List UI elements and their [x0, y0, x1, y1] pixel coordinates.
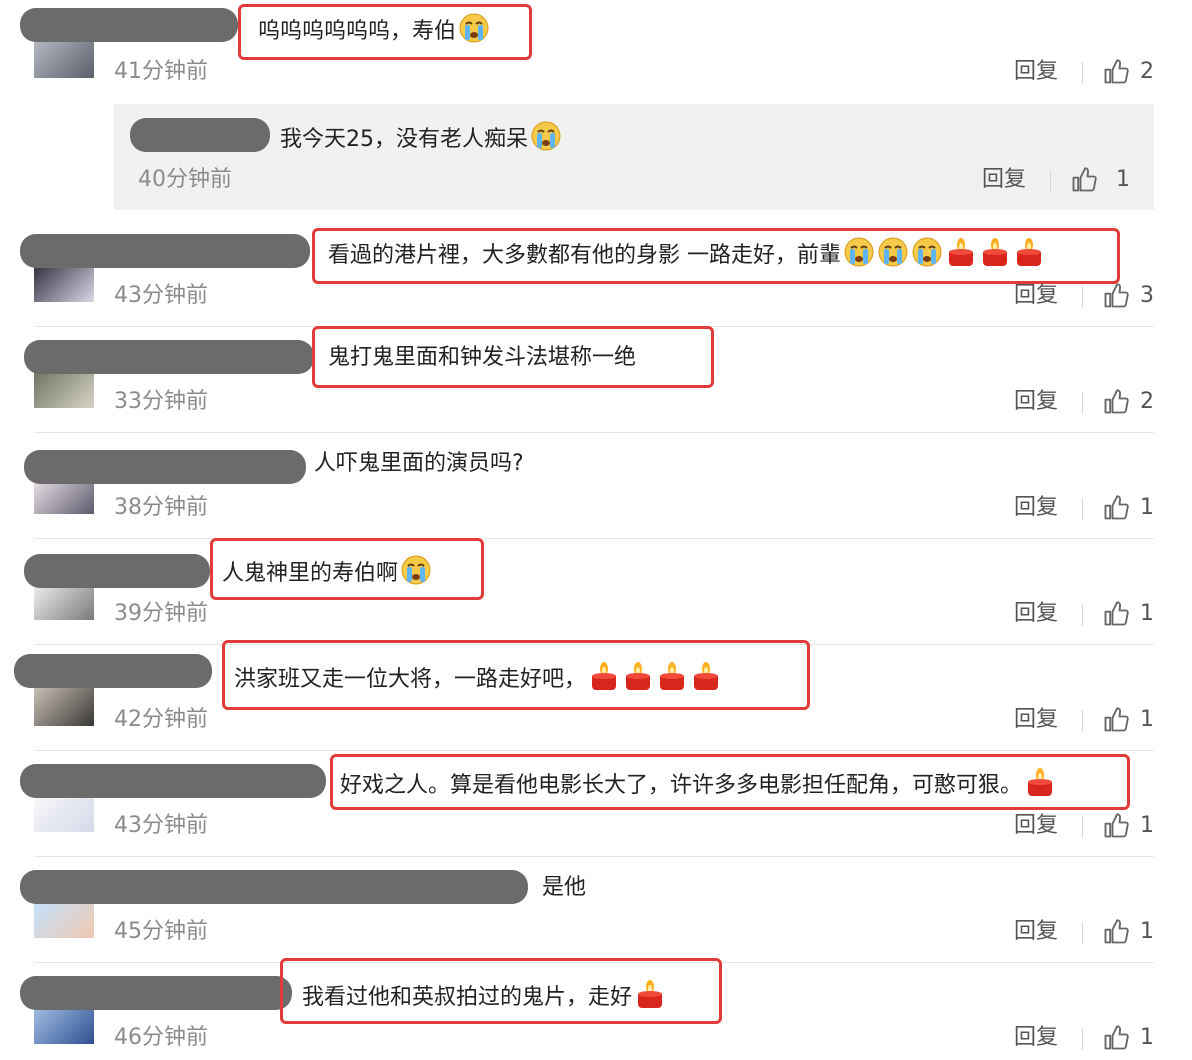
comment-time: 43分钟前 — [114, 813, 208, 838]
reply-button[interactable]: 回复 — [1014, 58, 1058, 86]
username-redacted[interactable] — [20, 764, 326, 798]
reply-button[interactable]: 回复 — [1014, 388, 1058, 416]
avatar[interactable] — [34, 262, 94, 302]
cry-icon — [530, 120, 562, 152]
like-count: 1 — [1140, 601, 1154, 626]
username-redacted[interactable] — [24, 450, 306, 484]
separator — [1082, 816, 1083, 838]
like-count: 1 — [1140, 813, 1154, 838]
like-icon[interactable] — [1102, 58, 1130, 86]
highlight-box — [330, 754, 1130, 810]
highlight-box — [238, 4, 532, 60]
separator — [1082, 392, 1083, 414]
separator — [1082, 710, 1083, 732]
username-redacted[interactable] — [14, 654, 212, 688]
username-redacted[interactable] — [20, 870, 528, 904]
comment-time: 41分钟前 — [114, 59, 208, 84]
like-count: 2 — [1140, 389, 1154, 414]
highlight-box — [210, 538, 484, 600]
like-icon[interactable] — [1102, 812, 1130, 840]
comment-time: 43分钟前 — [114, 283, 208, 308]
like-count: 1 — [1116, 167, 1130, 192]
reply-button[interactable]: 回复 — [1014, 282, 1058, 310]
username-redacted[interactable] — [20, 976, 292, 1010]
comment-time: 45分钟前 — [114, 919, 208, 944]
divider — [34, 750, 1154, 751]
comment-time: 39分钟前 — [114, 601, 208, 626]
like-count: 1 — [1140, 707, 1154, 732]
avatar[interactable] — [34, 898, 94, 938]
comment-time: 33分钟前 — [114, 389, 208, 414]
reply-button[interactable]: 回复 — [1014, 494, 1058, 522]
reply-button[interactable]: 回复 — [1014, 1024, 1058, 1052]
like-count: 1 — [1140, 495, 1154, 520]
like-icon[interactable] — [1102, 1024, 1130, 1052]
reply-button[interactable]: 回复 — [1014, 918, 1058, 946]
username-redacted[interactable] — [24, 340, 314, 374]
separator — [1082, 62, 1083, 84]
separator — [1082, 604, 1083, 626]
comment-text: 是他 — [542, 875, 587, 900]
comment-time: 38分钟前 — [114, 495, 208, 520]
reply-button[interactable]: 回复 — [1014, 812, 1058, 840]
divider — [34, 432, 1154, 433]
comment-time: 46分钟前 — [114, 1025, 208, 1050]
username-redacted[interactable] — [20, 8, 238, 42]
like-count: 1 — [1140, 1025, 1154, 1050]
highlight-box — [312, 228, 1120, 284]
like-icon[interactable] — [1102, 282, 1130, 310]
username-redacted[interactable] — [20, 234, 310, 268]
highlight-box — [222, 640, 810, 710]
separator — [1082, 498, 1083, 520]
avatar[interactable] — [34, 792, 94, 832]
avatar[interactable] — [34, 686, 94, 726]
separator — [1050, 170, 1051, 192]
username-redacted[interactable] — [24, 554, 210, 588]
avatar[interactable] — [34, 1004, 94, 1044]
like-count: 3 — [1140, 283, 1154, 308]
separator — [1082, 922, 1083, 944]
separator — [1082, 1028, 1083, 1050]
like-count: 1 — [1140, 919, 1154, 944]
like-icon[interactable] — [1102, 918, 1130, 946]
reply-button[interactable]: 回复 — [1014, 600, 1058, 628]
avatar[interactable] — [34, 368, 94, 408]
like-icon[interactable] — [1102, 706, 1130, 734]
comment-text: 人吓鬼里面的演员吗? — [314, 451, 524, 476]
like-icon[interactable] — [1102, 388, 1130, 416]
like-icon[interactable] — [1070, 166, 1098, 194]
highlight-box — [280, 958, 722, 1024]
reply-text: 我今天25，没有老人痴呆 — [280, 120, 562, 156]
comment-time: 42分钟前 — [114, 707, 208, 732]
like-icon[interactable] — [1102, 600, 1130, 628]
separator — [1082, 286, 1083, 308]
username-redacted[interactable] — [130, 118, 270, 152]
highlight-box — [312, 326, 714, 388]
divider — [34, 856, 1154, 857]
nested-reply: 我今天25，没有老人痴呆 40分钟前 回复 1 — [114, 104, 1154, 210]
divider — [34, 538, 1154, 539]
reply-time: 40分钟前 — [138, 167, 232, 192]
avatar[interactable] — [34, 38, 94, 78]
reply-button[interactable]: 回复 — [982, 166, 1026, 194]
like-count: 2 — [1140, 59, 1154, 84]
reply-button[interactable]: 回复 — [1014, 706, 1058, 734]
like-icon[interactable] — [1102, 494, 1130, 522]
